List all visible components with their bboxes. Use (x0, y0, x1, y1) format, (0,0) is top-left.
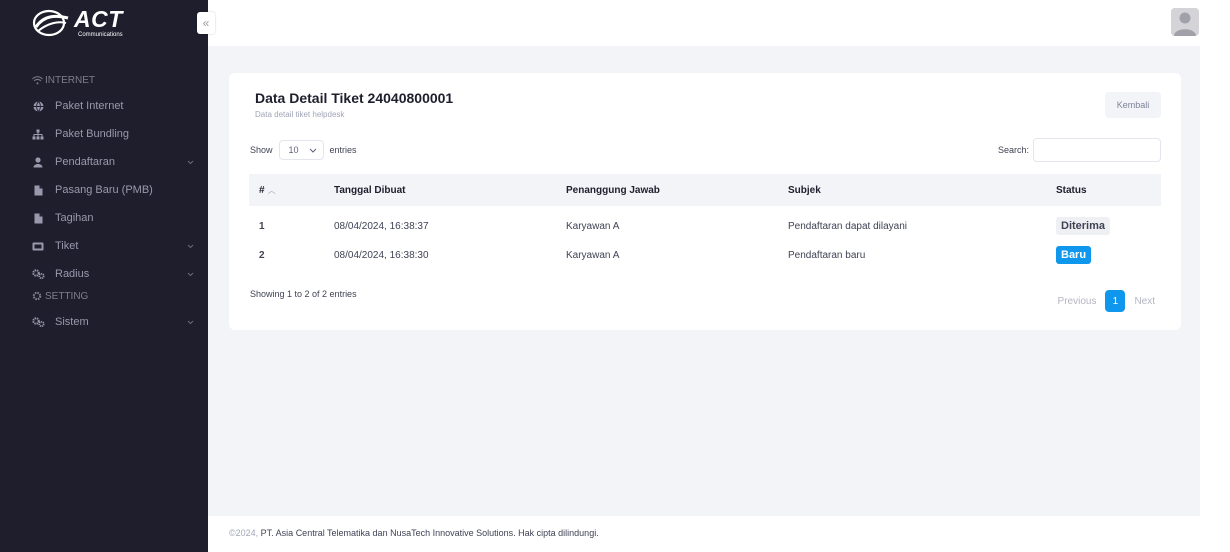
chevron-down-icon (187, 317, 194, 327)
table-info: Showing 1 to 2 of 2 entries (250, 289, 357, 299)
back-button[interactable]: Kembali (1105, 92, 1161, 118)
row-subjek: Pendaftaran baru (788, 249, 866, 261)
sidebar-item-label: Radius (55, 268, 90, 280)
sidebar-item-paket-internet[interactable]: Paket Internet (0, 92, 208, 120)
show-label: Show (250, 145, 273, 155)
entries-label: entries (329, 145, 357, 155)
footer-year: ©2024, (229, 528, 259, 538)
sort-ascending-icon: ︿ (267, 185, 276, 195)
row-number: 2 (259, 249, 265, 261)
wifi-icon (31, 75, 43, 85)
column-header-tanggal[interactable]: Tanggal Dibuat (334, 174, 566, 206)
sidebar-collapse-button[interactable]: « (197, 12, 215, 34)
footer: ©2024, PT. Asia Central Telematika dan N… (229, 528, 599, 538)
main-content: Data Detail Tiket 24040800001 Data detai… (208, 46, 1200, 516)
sidebar-section-title: INTERNET (45, 74, 95, 86)
row-penanggung-jawab: Karyawan A (566, 220, 620, 232)
ticket-history-table: # ︿ Tanggal Dibuat Penanggung Jawab Subje… (249, 174, 1161, 270)
double-chevron-left-icon: « (202, 16, 210, 30)
table-header-row: # ︿ Tanggal Dibuat Penanggung Jawab Subje… (249, 174, 1161, 206)
sidebar-item-label: Pendaftaran (55, 156, 115, 168)
page-subtitle: Data detail tiket helpdesk (255, 110, 345, 119)
topbar (208, 0, 1230, 46)
column-header-number[interactable]: # ︿ (249, 174, 334, 206)
row-penanggung-jawab: Karyawan A (566, 249, 620, 261)
sidebar-item-radius[interactable]: Radius (0, 260, 208, 288)
cogs-icon (31, 315, 45, 329)
avatar[interactable] (1171, 8, 1199, 36)
chevron-down-icon (309, 145, 317, 155)
sidebar-item-pendaftaran[interactable]: Pendaftaran (0, 148, 208, 176)
sidebar-item-label: Pasang Baru (PMB) (55, 184, 153, 196)
search-input[interactable] (1033, 138, 1161, 162)
sidebar-item-tagihan[interactable]: Tagihan (0, 204, 208, 232)
sidebar-item-label: Tiket (55, 240, 79, 252)
gear-icon (31, 291, 43, 301)
sidebar-item-label: Tagihan (55, 212, 94, 224)
sidebar-section-internet: INTERNET (0, 72, 208, 88)
sidebar-item-tiket[interactable]: Tiket (0, 232, 208, 260)
column-header-status[interactable]: Status (1056, 174, 1161, 206)
sidebar-item-sistem[interactable]: Sistem (0, 308, 208, 336)
column-header-subjek[interactable]: Subjek (788, 174, 1056, 206)
search-label: Search: (997, 145, 1029, 155)
page-length-control: Show 10 entries (250, 140, 357, 160)
page-length-select[interactable]: 10 (278, 140, 324, 160)
status-badge: Diterima (1056, 217, 1111, 235)
chevron-down-icon (187, 241, 194, 251)
page-title: Data Detail Tiket 24040800001 (255, 90, 454, 106)
sidebar-item-label: Sistem (55, 316, 89, 328)
right-gutter (1200, 46, 1230, 552)
sidebar-item-paket-bundling[interactable]: Paket Bundling (0, 120, 208, 148)
sidebar-section-setting: SETTING (0, 288, 208, 304)
sidebar: ACT Communications INTERNET Paket Interne… (0, 0, 208, 552)
page-length-value: 10 (288, 145, 299, 155)
chevron-down-icon (187, 269, 194, 279)
pagination: Previous 1 Next (1058, 290, 1155, 312)
row-subjek: Pendaftaran dapat dilayani (788, 220, 907, 232)
user-avatar-icon (1171, 8, 1199, 36)
brand-name: ACT (74, 6, 123, 32)
sidebar-item-pasang-baru-pmb[interactable]: Pasang Baru (PMB) (0, 176, 208, 204)
brand-subtitle: Communications (78, 32, 123, 38)
ticket-detail-card: Data Detail Tiket 24040800001 Data detai… (229, 73, 1181, 330)
file-icon (31, 211, 45, 225)
search-control: Search: (998, 138, 1161, 162)
chevron-down-icon (187, 157, 194, 167)
footer-text: PT. Asia Central Telematika dan NusaTech… (260, 528, 599, 538)
file-icon (31, 183, 45, 197)
sitemap-icon (31, 127, 45, 141)
pagination-page-1[interactable]: 1 (1105, 290, 1126, 312)
pagination-previous[interactable]: Previous (1058, 296, 1097, 307)
column-header-penanggung-jawab[interactable]: Penanggung Jawab (566, 174, 788, 206)
row-tanggal: 08/04/2024, 16:38:37 (334, 220, 429, 232)
sidebar-section-title: SETTING (45, 290, 89, 302)
table-row: 1 08/04/2024, 16:38:37 Karyawan A Pendaf… (249, 206, 1161, 240)
status-badge: Baru (1056, 246, 1092, 264)
row-tanggal: 08/04/2024, 16:38:30 (334, 249, 429, 261)
user-icon (31, 155, 45, 169)
sidebar-menu: INTERNET Paket Internet Paket Bundling Pend… (0, 72, 208, 336)
sidebar-item-label: Paket Internet (55, 100, 124, 112)
sidebar-item-label: Paket Bundling (55, 128, 129, 140)
pagination-next[interactable]: Next (1134, 296, 1155, 307)
globe-icon (31, 99, 45, 113)
ticket-icon (31, 239, 45, 253)
brand-logo[interactable]: ACT Communications (0, 0, 208, 46)
table-row: 2 08/04/2024, 16:38:30 Karyawan A Pendaf… (249, 240, 1161, 270)
row-number: 1 (259, 220, 265, 232)
cogs-icon (31, 267, 45, 281)
act-logo-icon (32, 9, 72, 37)
